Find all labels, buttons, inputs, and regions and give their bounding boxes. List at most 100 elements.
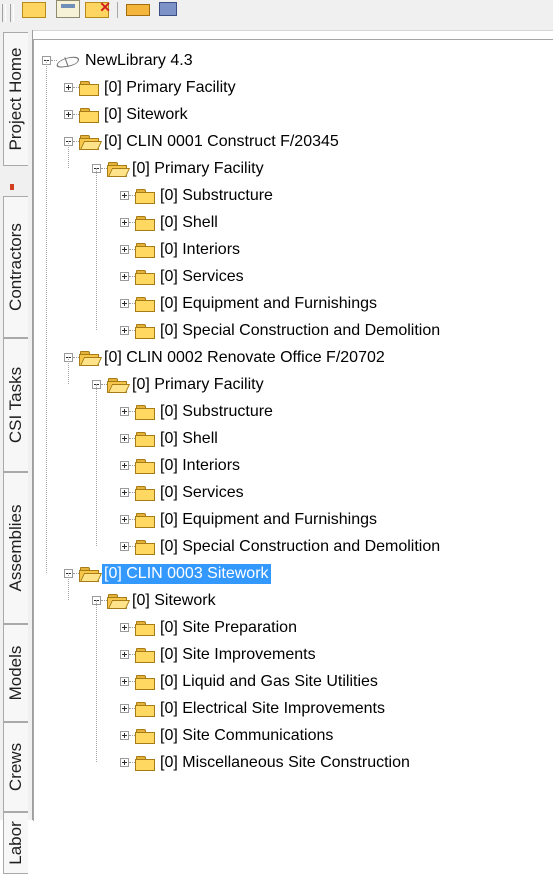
tree-node-label: [0] CLIN 0002 Renovate Office F/20702	[104, 348, 385, 366]
tree-root[interactable]: NewLibrary 4.3	[42, 47, 195, 74]
side-tab-strip: Project Home Contractors CSI Tasks Assem…	[0, 30, 33, 874]
tree-node[interactable]: [0] Site Improvements	[120, 641, 318, 668]
tree-node[interactable]: [0] Special Construction and Demolition	[120, 533, 442, 560]
tree-node[interactable]: [0] Shell	[120, 425, 220, 452]
tab-models[interactable]: Models	[3, 624, 28, 722]
tree-connector	[68, 357, 69, 384]
expand-toggle-icon[interactable]	[120, 299, 129, 308]
tree-node[interactable]: [0] Equipment and Furnishings	[120, 506, 379, 533]
open-folder-icon	[107, 593, 131, 609]
expand-toggle-icon[interactable]	[120, 677, 129, 686]
tab-labor[interactable]: Labor	[3, 812, 28, 874]
expand-toggle-icon[interactable]	[120, 515, 129, 524]
tree-node-label: [0] Substructure	[160, 402, 273, 420]
delete-folder-icon[interactable]	[85, 0, 111, 18]
tree-node-label: [0] Site Preparation	[160, 618, 297, 636]
tree-node[interactable]: [0] Interiors	[120, 236, 242, 263]
tree-node-label: [0] Special Construction and Demolition	[160, 321, 441, 339]
toolbar-grip	[10, 4, 14, 22]
tab-project-home[interactable]: Project Home	[3, 32, 28, 166]
tree-node[interactable]: [0] Electrical Site Improvements	[120, 695, 387, 722]
tree-node[interactable]: [0] Substructure	[120, 182, 275, 209]
expand-toggle-icon[interactable]	[120, 758, 129, 767]
folder-icon	[135, 755, 155, 771]
folder-icon	[135, 620, 155, 636]
expand-toggle-icon[interactable]	[120, 542, 129, 551]
tree-node[interactable]: [0] Sitework	[92, 587, 218, 614]
library-tree[interactable]: NewLibrary 4.3 [0] Primary Facility [0] Si…	[33, 39, 553, 821]
tab-label: Assemblies	[6, 504, 25, 592]
tree-node[interactable]: [0] CLIN 0003 Sitework	[64, 560, 271, 587]
tab-label: CSI Tasks	[6, 366, 25, 444]
expand-toggle-icon[interactable]	[120, 434, 129, 443]
expand-toggle-icon[interactable]	[120, 407, 129, 416]
tree-node-label: [0] Services	[160, 267, 244, 285]
folder-icon	[79, 80, 99, 96]
tree-node[interactable]: [0] Sitework	[64, 101, 190, 128]
tab-assemblies[interactable]: Assemblies	[3, 472, 28, 624]
expand-toggle-icon[interactable]	[120, 488, 129, 497]
tree-node[interactable]: [0] Site Communications	[120, 722, 335, 749]
folder-icon	[135, 512, 155, 528]
folder-icon	[135, 674, 155, 690]
tree-node-label: [0] CLIN 0001 Construct F/20345	[104, 132, 339, 150]
folder-icon	[135, 485, 155, 501]
tab-csi-tasks[interactable]: CSI Tasks	[3, 338, 28, 472]
tree-node-label: [0] Primary Facility	[132, 159, 264, 177]
tree-node[interactable]: [0] CLIN 0002 Renovate Office F/20702	[64, 344, 387, 371]
expand-toggle-icon[interactable]	[64, 83, 73, 92]
tree-node[interactable]: [0] Primary Facility	[92, 371, 266, 398]
tab-label: Labor	[6, 821, 25, 865]
expand-toggle-icon[interactable]	[120, 704, 129, 713]
tree-node[interactable]: [0] Services	[120, 479, 246, 506]
expand-toggle-icon[interactable]	[120, 650, 129, 659]
tree-node[interactable]: [0] Interiors	[120, 452, 242, 479]
expand-toggle-icon[interactable]	[120, 218, 129, 227]
tree-node[interactable]: [0] Services	[120, 263, 246, 290]
tree-node[interactable]: [0] Primary Facility	[64, 74, 238, 101]
expand-toggle-icon[interactable]	[120, 272, 129, 281]
tree-node[interactable]: [0] Liquid and Gas Site Utilities	[120, 668, 380, 695]
tree-node-label: [0] Equipment and Furnishings	[160, 510, 378, 528]
tree-connector	[96, 600, 97, 762]
tree-node-label: [0] Liquid and Gas Site Utilities	[160, 672, 378, 690]
tree-node-label: [0] Shell	[160, 429, 218, 447]
toolbar-separator	[117, 2, 118, 18]
tab-crews[interactable]: Crews	[3, 722, 28, 812]
tree-node-label: [0] Electrical Site Improvements	[160, 699, 385, 717]
tree-node[interactable]: [0] Site Preparation	[120, 614, 299, 641]
tree-node-label: [0] Substructure	[160, 186, 273, 204]
tree-connector	[46, 60, 47, 573]
tree-node[interactable]: [0] CLIN 0001 Construct F/20345	[64, 128, 341, 155]
tree-node[interactable]: [0] Special Construction and Demolition	[120, 317, 442, 344]
tree-node[interactable]: [0] Miscellaneous Site Construction	[120, 749, 412, 776]
tab-contractors[interactable]: Contractors	[3, 196, 28, 338]
folder-icon	[135, 269, 155, 285]
tree-node-label: [0] Site Improvements	[160, 645, 316, 663]
tree-node-label: [0] Special Construction and Demolition	[160, 537, 441, 555]
expand-toggle-icon[interactable]	[120, 731, 129, 740]
tree-node[interactable]: [0] Substructure	[120, 398, 275, 425]
tree-node[interactable]: [0] Shell	[120, 209, 220, 236]
tree-node[interactable]: [0] Equipment and Furnishings	[120, 290, 379, 317]
save-icon[interactable]	[56, 0, 80, 18]
tree-connector	[96, 384, 97, 546]
folder-icon	[135, 431, 155, 447]
expand-toggle-icon[interactable]	[120, 191, 129, 200]
tree-node[interactable]: [0] Primary Facility	[92, 155, 266, 182]
open-folder-icon	[79, 350, 103, 366]
expand-toggle-icon[interactable]	[120, 326, 129, 335]
open-folder-icon	[107, 161, 131, 177]
expand-toggle-icon[interactable]	[120, 623, 129, 632]
open-folder-icon[interactable]	[22, 2, 46, 18]
link-icon[interactable]	[126, 4, 150, 16]
expand-toggle-icon[interactable]	[64, 110, 73, 119]
expand-toggle-icon[interactable]	[120, 245, 129, 254]
open-folder-icon	[79, 134, 103, 150]
folder-icon	[135, 296, 155, 312]
tree-node-label: [0] Services	[160, 483, 244, 501]
toolbar	[0, 0, 553, 31]
expand-toggle-icon[interactable]	[120, 461, 129, 470]
tab-label: Contractors	[6, 223, 25, 311]
find-icon[interactable]	[159, 2, 177, 16]
